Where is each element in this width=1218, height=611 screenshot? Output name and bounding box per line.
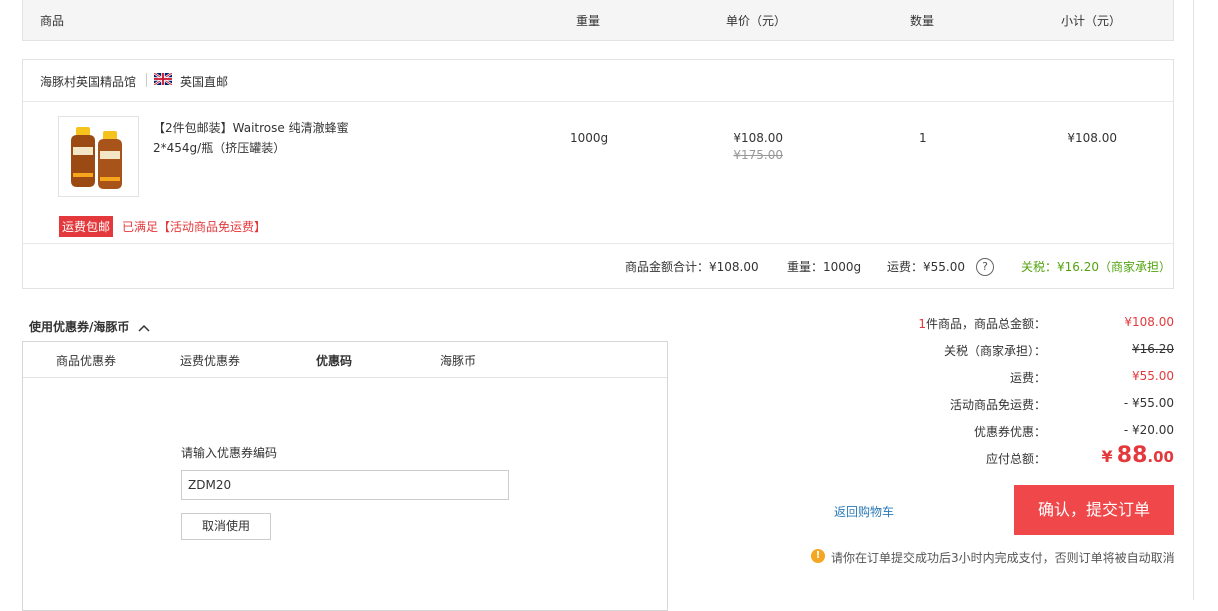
store-name[interactable]: 海豚村英国精品馆 bbox=[40, 73, 136, 90]
package-shipping: 运费：¥55.00 bbox=[887, 260, 965, 274]
package-summary: 商品金额合计：¥108.00 重量：1000g 运费：¥55.00 ? 关税：¥… bbox=[23, 243, 1173, 289]
shipping-label: 运费： bbox=[1009, 371, 1046, 385]
item-original-price: ¥175.00 bbox=[733, 148, 783, 162]
header-weight: 重量 bbox=[576, 14, 601, 28]
free-shipping-label: 活动商品免运费： bbox=[949, 398, 1046, 412]
cancel-coupon-button[interactable]: 取消使用 bbox=[181, 513, 271, 540]
shipping-method: 英国直邮 bbox=[180, 75, 229, 89]
goods-total-label: 1件商品，商品总金额： bbox=[918, 317, 1046, 331]
submit-order-button[interactable]: 确认，提交订单 bbox=[1014, 485, 1174, 535]
tab-shipping-coupon[interactable]: 运费优惠券 bbox=[180, 352, 240, 369]
coupon-discount-value: - ¥20.00 bbox=[1123, 423, 1174, 437]
coupon-section-toggle[interactable]: 使用优惠券/海豚币 bbox=[29, 318, 150, 335]
tab-dolphin-coin[interactable]: 海豚币 bbox=[440, 352, 476, 369]
product-thumbnail[interactable] bbox=[58, 116, 139, 197]
package-weight: 重量：1000g bbox=[787, 260, 862, 274]
order-package: 海豚村英国精品馆 英国直邮 【2件包邮装】Waitrose 纯清澈蜂蜜 2*45… bbox=[22, 59, 1174, 289]
store-row: 海豚村英国精品馆 英国直邮 bbox=[23, 60, 1173, 102]
honey-jar-image bbox=[71, 127, 122, 189]
divider bbox=[146, 73, 147, 87]
item-quantity: 1 bbox=[919, 131, 927, 145]
tax-value: ¥16.20 bbox=[1132, 342, 1174, 356]
payable-label: 应付总额： bbox=[985, 452, 1046, 466]
header-unit-price: 单价（元） bbox=[726, 14, 787, 28]
coupon-code-input[interactable]: ZDM20 bbox=[181, 470, 509, 500]
tax-label: 关税（商家承担）： bbox=[943, 344, 1046, 358]
uk-flag-icon bbox=[154, 73, 172, 85]
header-product: 商品 bbox=[40, 14, 65, 28]
back-to-cart-link[interactable]: 返回购物车 bbox=[834, 503, 894, 520]
promo-status: 已满足【活动商品免运费】 bbox=[122, 220, 267, 234]
payment-notice: 请你在订单提交成功后3小时内完成支付，否则订单将被自动取消 bbox=[831, 551, 1175, 565]
coupon-tabs: 商品优惠券 运费优惠券 优惠码 海豚币 bbox=[23, 342, 667, 378]
header-quantity: 数量 bbox=[910, 14, 935, 28]
coupon-section-title: 使用优惠券/海豚币 bbox=[29, 320, 130, 334]
product-name-link[interactable]: 【2件包邮装】Waitrose 纯清澈蜂蜜 2*454g/瓶（挤压罐装） bbox=[153, 118, 373, 158]
tab-product-coupon[interactable]: 商品优惠券 bbox=[56, 352, 116, 369]
item-weight: 1000g bbox=[570, 131, 609, 145]
help-icon[interactable]: ? bbox=[976, 258, 994, 276]
scrollbar-track[interactable] bbox=[1193, 0, 1194, 600]
item-subtotal: ¥108.00 bbox=[1067, 131, 1117, 145]
payable-total: ¥ 88.00 bbox=[1101, 443, 1174, 468]
free-shipping-badge: 运费包邮 bbox=[59, 216, 114, 237]
shipping-value: ¥55.00 bbox=[1132, 369, 1174, 383]
tax-info: 关税：¥16.20（商家承担） bbox=[1021, 260, 1171, 274]
tab-promo-code[interactable]: 优惠码 bbox=[316, 352, 352, 369]
goods-total-value: ¥108.00 bbox=[1124, 315, 1174, 329]
coupon-code-label: 请输入优惠券编码 bbox=[181, 446, 278, 460]
goods-total: 商品金额合计：¥108.00 bbox=[625, 260, 759, 274]
item-unit-price: ¥108.00 bbox=[733, 131, 783, 145]
chevron-up-icon bbox=[138, 324, 150, 332]
coupon-panel: 商品优惠券 运费优惠券 优惠码 海豚币 请输入优惠券编码 ZDM20 取消使用 bbox=[22, 341, 668, 611]
warning-icon: ! bbox=[811, 549, 825, 563]
coupon-discount-label: 优惠券优惠： bbox=[973, 425, 1046, 439]
header-subtotal: 小计（元） bbox=[1061, 14, 1122, 28]
free-shipping-value: - ¥55.00 bbox=[1123, 396, 1174, 410]
cart-table-header: 商品 重量 单价（元） 数量 小计（元） bbox=[22, 0, 1174, 41]
